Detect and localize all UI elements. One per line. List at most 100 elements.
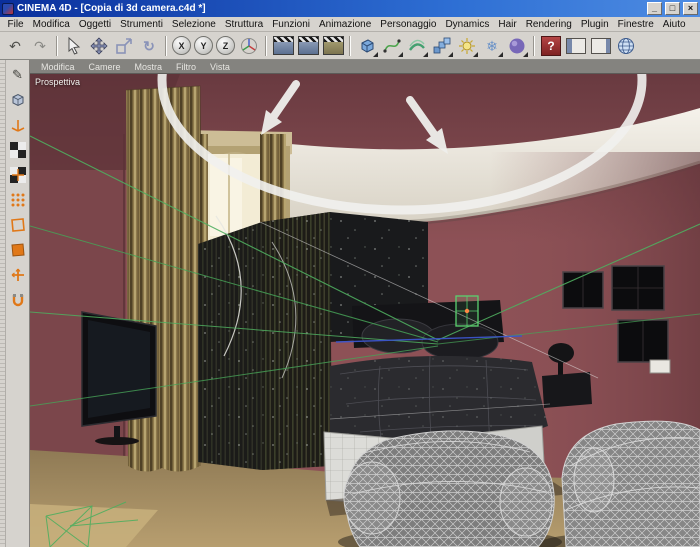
edges-mode-icon (10, 217, 25, 232)
viewport-menu-item[interactable]: Camere (82, 62, 128, 72)
add-sky-icon (509, 38, 525, 53)
add-light-button[interactable] (455, 34, 479, 58)
toolbar-separator (165, 35, 167, 56)
view-label[interactable]: Prospettiva (35, 77, 80, 87)
menu-item[interactable]: Modifica (28, 19, 74, 30)
viewport-menu-item[interactable]: Vista (203, 62, 237, 72)
add-light-icon (459, 37, 475, 54)
texture-mode-button[interactable] (7, 139, 29, 160)
polygons-mode-icon (10, 242, 25, 257)
rotate-tool-button[interactable]: ↻ (137, 34, 161, 58)
add-array-button[interactable] (430, 34, 454, 58)
axis-lock-icon (11, 268, 24, 281)
coordinate-system-icon (241, 37, 257, 54)
toolbar-separator (265, 35, 267, 56)
close-button[interactable]: × (683, 2, 698, 15)
left-tool-palette: ✎ (0, 60, 30, 547)
toolbar-separator (533, 35, 535, 56)
main-area: ✎ Modifica Camere Mostra Filtro Vista Prospe… (0, 60, 700, 547)
menu-item[interactable]: Struttura (220, 19, 267, 30)
lock-y-axis-button[interactable]: Y (194, 36, 213, 55)
add-spline-button[interactable] (380, 34, 404, 58)
undo-icon: ↶ (9, 37, 21, 54)
menu-item[interactable]: Aiuto (658, 19, 690, 30)
lock-z-axis-button[interactable]: Z (216, 36, 235, 55)
transform-gizmo (455, 295, 479, 327)
minimize-button[interactable]: _ (647, 2, 662, 15)
menu-item[interactable]: File (3, 19, 28, 30)
menu-item[interactable]: Plugin (576, 19, 613, 30)
pillow (421, 323, 499, 361)
viewport[interactable]: Prospettiva (30, 74, 700, 547)
menu-item[interactable]: Dynamics (441, 19, 494, 30)
redo-button[interactable]: ↷ (28, 34, 52, 58)
model-mode-button[interactable] (7, 89, 29, 110)
axis-lock-button[interactable] (7, 264, 29, 285)
render-picture-viewer-button[interactable] (296, 34, 320, 58)
menubar: File Modifica Oggetti Strumenti Selezione Str… (0, 17, 700, 32)
polygons-mode-button[interactable] (7, 239, 29, 260)
undo-button[interactable]: ↶ (3, 34, 27, 58)
help-icon: ? (541, 35, 561, 56)
lock-x-axis-button[interactable]: X (172, 36, 191, 55)
points-mode-button[interactable] (7, 189, 29, 210)
viewport-menu-item[interactable]: Modifica (34, 62, 82, 72)
menu-item[interactable]: Strumenti (116, 19, 168, 30)
add-array-icon (433, 37, 451, 53)
object-axis-mode-button[interactable] (7, 114, 29, 135)
snap-settings-button[interactable] (7, 289, 29, 310)
menu-item[interactable]: Finestre (613, 19, 658, 30)
help-button[interactable]: ? (539, 34, 563, 58)
texture-axes-mode-button[interactable] (7, 164, 29, 185)
titlebar: CINEMA 4D - [Copia di 3d camera.c4d *] _… (0, 0, 700, 17)
edges-mode-button[interactable] (7, 214, 29, 235)
render-view-icon (272, 36, 294, 55)
layout-right-button[interactable] (589, 34, 613, 58)
move-tool-icon (90, 36, 108, 55)
render-view-button[interactable] (271, 34, 295, 58)
points-mode-icon (11, 193, 24, 206)
add-cube-icon (361, 38, 374, 53)
scale-tool-button[interactable] (112, 34, 136, 58)
content-browser-button[interactable] (614, 34, 638, 58)
model-mode-icon (12, 93, 23, 106)
viewport-menu-item[interactable]: Mostra (128, 62, 170, 72)
app-window: CINEMA 4D - [Copia di 3d camera.c4d *] _… (0, 0, 700, 547)
viewport-column: Modifica Camere Mostra Filtro Vista Prospett… (30, 60, 700, 547)
maximize-button[interactable]: □ (665, 2, 680, 15)
move-tool-button[interactable] (87, 34, 111, 58)
menu-item[interactable]: Rendering (521, 19, 576, 30)
app-icon[interactable] (2, 2, 14, 15)
add-cube-button[interactable] (355, 34, 379, 58)
live-selection-icon (68, 36, 81, 55)
make-editable-button[interactable]: ✎ (7, 64, 29, 85)
menu-item[interactable]: Selezione (167, 19, 220, 30)
snap-icon (12, 293, 23, 306)
coordinate-system-button[interactable] (237, 34, 261, 58)
menu-item[interactable]: Personaggio (376, 19, 441, 30)
menu-item[interactable]: Oggetti (74, 19, 115, 30)
live-selection-button[interactable] (62, 34, 86, 58)
render-settings-icon (322, 36, 344, 55)
viewport-menubar: Modifica Camere Mostra Filtro Vista (30, 60, 700, 74)
redo-icon: ↷ (34, 37, 46, 54)
viewport-menu-item[interactable]: Filtro (169, 62, 203, 72)
menu-item[interactable]: Animazione (315, 19, 376, 30)
layout-left-button[interactable] (564, 34, 588, 58)
scale-tool-icon (116, 37, 132, 54)
render-settings-button[interactable] (321, 34, 345, 58)
toolbar: ↶ ↷ ↻ X Y Z ❄ ? (0, 32, 700, 60)
texture-axes-icon (9, 166, 26, 183)
object-axis-icon (11, 119, 24, 132)
add-nurbs-button[interactable] (405, 34, 429, 58)
toolbar-separator (56, 35, 58, 56)
viewport-scene[interactable] (30, 74, 700, 547)
add-environment-button[interactable]: ❄ (480, 34, 504, 58)
armchair-left (343, 430, 555, 547)
rotate-tool-icon: ↻ (143, 37, 155, 54)
armchair-right (561, 420, 700, 547)
menu-item[interactable]: Hair (494, 19, 521, 30)
add-sky-button[interactable] (505, 34, 529, 58)
menu-item[interactable]: Funzioni (268, 19, 315, 30)
globe-icon (618, 37, 634, 54)
